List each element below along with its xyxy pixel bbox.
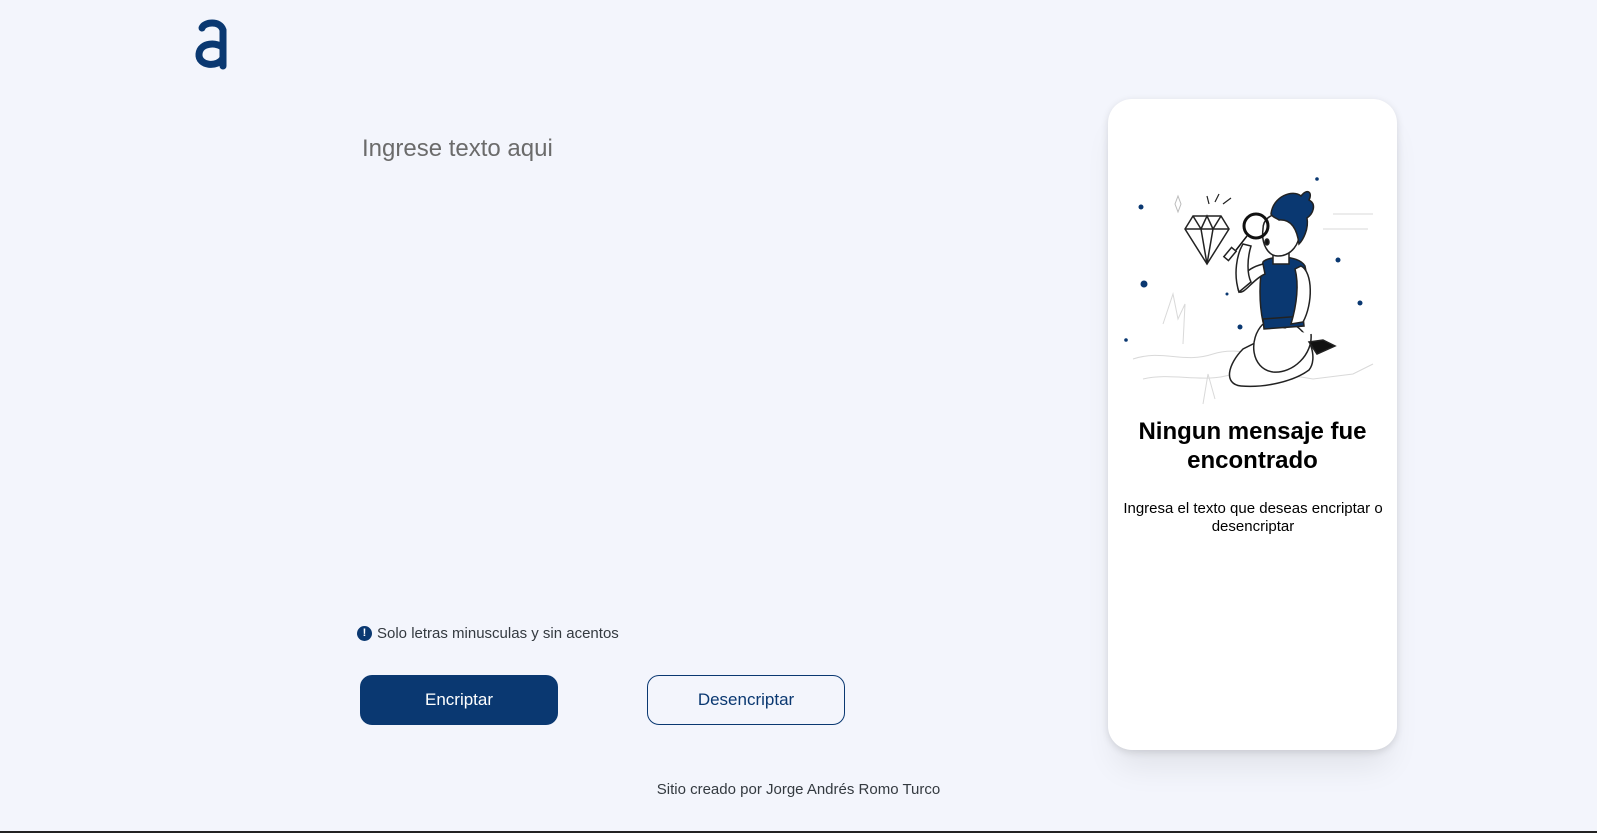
hint-text: Solo letras minusculas y sin acentos	[377, 625, 619, 642]
message-input[interactable]	[362, 135, 1042, 575]
empty-state-message: Ingresa el texto que deseas encriptar o …	[1123, 500, 1383, 535]
empty-state-title: Ningun mensaje fue encontrado	[1138, 418, 1367, 474]
exclamation-circle-icon: !	[357, 626, 372, 641]
output-panel: Ningun mensaje fue encontrado Ingresa el…	[1108, 99, 1397, 750]
decrypt-button[interactable]: Desencriptar	[647, 675, 845, 725]
encrypt-button[interactable]: Encriptar	[360, 675, 558, 725]
alura-a-logo-icon[interactable]	[194, 18, 230, 70]
footer-credit: Sitio creado por Jorge Andrés Romo Turco	[656, 781, 941, 798]
footer: Sitio creado por Jorge Andrés Romo Turco	[0, 781, 1597, 798]
input-hint: ! Solo letras minusculas y sin acentos	[357, 625, 619, 642]
